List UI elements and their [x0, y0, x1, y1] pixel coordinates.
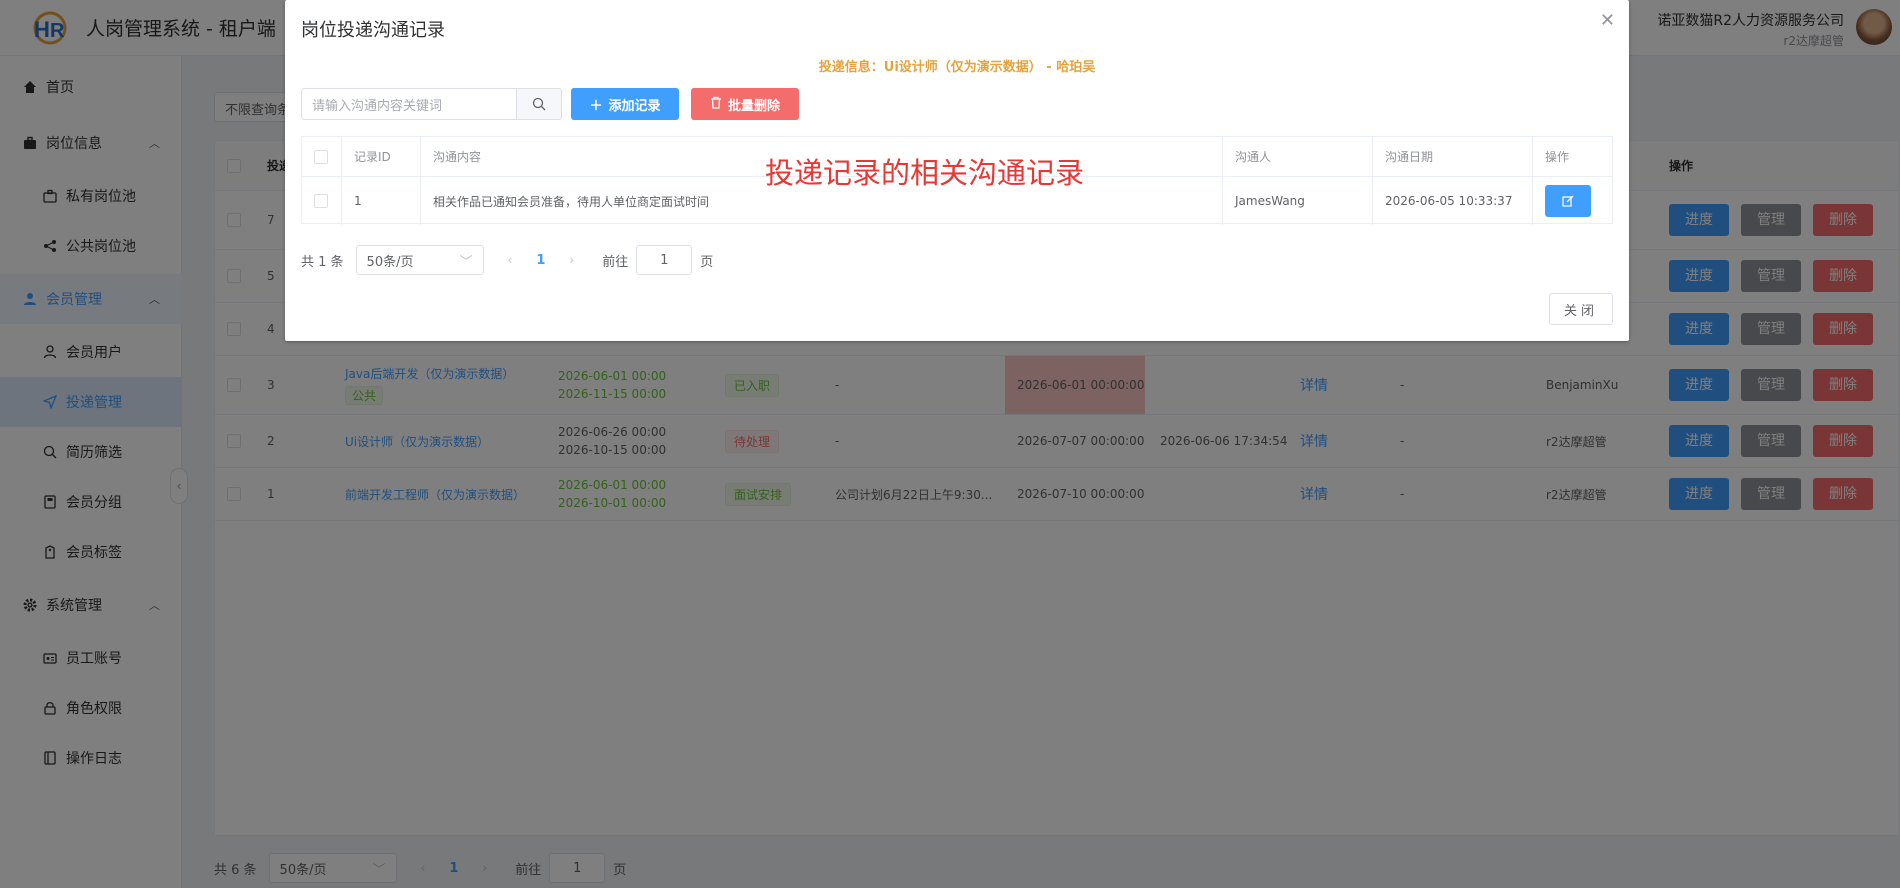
plus-icon: ＋ [589, 98, 603, 114]
record-date: 2026-06-05 10:33:37 [1373, 177, 1533, 225]
batch-delete-button[interactable]: 批量删除 [691, 88, 799, 120]
goto-label: 前往 [602, 254, 629, 270]
page-size-value: 50条/页 [366, 254, 414, 270]
batch-delete-label: 批量删除 [727, 98, 780, 114]
total-count: 共 1 条 [301, 254, 344, 270]
record-person: JamesWang [1223, 177, 1373, 225]
row-checkbox[interactable] [302, 177, 342, 225]
goto-page-input[interactable]: 1 [636, 245, 693, 275]
add-record-button[interactable]: ＋ 添加记录 [571, 88, 679, 120]
page-unit-label: 页 [700, 254, 714, 270]
next-page-button[interactable]: › [569, 253, 574, 267]
column-header-id: 记录ID [342, 137, 421, 176]
dialog-title: 岗位投递沟通记录 [301, 20, 445, 41]
search-icon [532, 97, 546, 111]
add-record-label: 添加记录 [608, 98, 661, 114]
record-actions [1533, 177, 1614, 225]
dialog-pagination: 共 1 条 50条/页 ﹀ ‹ 1 › 前往 1 页 [301, 244, 713, 276]
edit-icon [1562, 195, 1574, 207]
page-size-select[interactable]: 50条/页 ﹀ [355, 245, 484, 275]
chevron-down-icon: ﹀ [459, 254, 473, 270]
close-icon[interactable]: ✕ [1600, 10, 1615, 31]
search-button[interactable] [516, 88, 562, 120]
current-page[interactable]: 1 [536, 253, 545, 268]
select-all-checkbox[interactable] [302, 137, 342, 176]
communication-record-dialog: 岗位投递沟通记录 ✕ 投递信息：Ui设计师（仅为演示数据） - 哈珀吴 请输入沟… [285, 0, 1629, 341]
edit-button[interactable] [1545, 185, 1591, 217]
prev-page-button[interactable]: ‹ [508, 253, 513, 267]
search-input[interactable]: 请输入沟通内容关键词 [301, 88, 517, 120]
delivery-info: 投递信息：Ui设计师（仅为演示数据） - 哈珀吴 [818, 60, 1096, 75]
column-header-action: 操作 [1545, 150, 1570, 164]
trash-icon [710, 96, 722, 113]
column-header-person: 沟通人 [1223, 137, 1373, 176]
close-button[interactable]: 关闭 [1549, 293, 1613, 325]
record-id: 1 [342, 177, 421, 225]
annotation-text: 投递记录的相关沟通记录 [765, 156, 1085, 190]
column-header-date: 沟通日期 [1373, 137, 1533, 176]
